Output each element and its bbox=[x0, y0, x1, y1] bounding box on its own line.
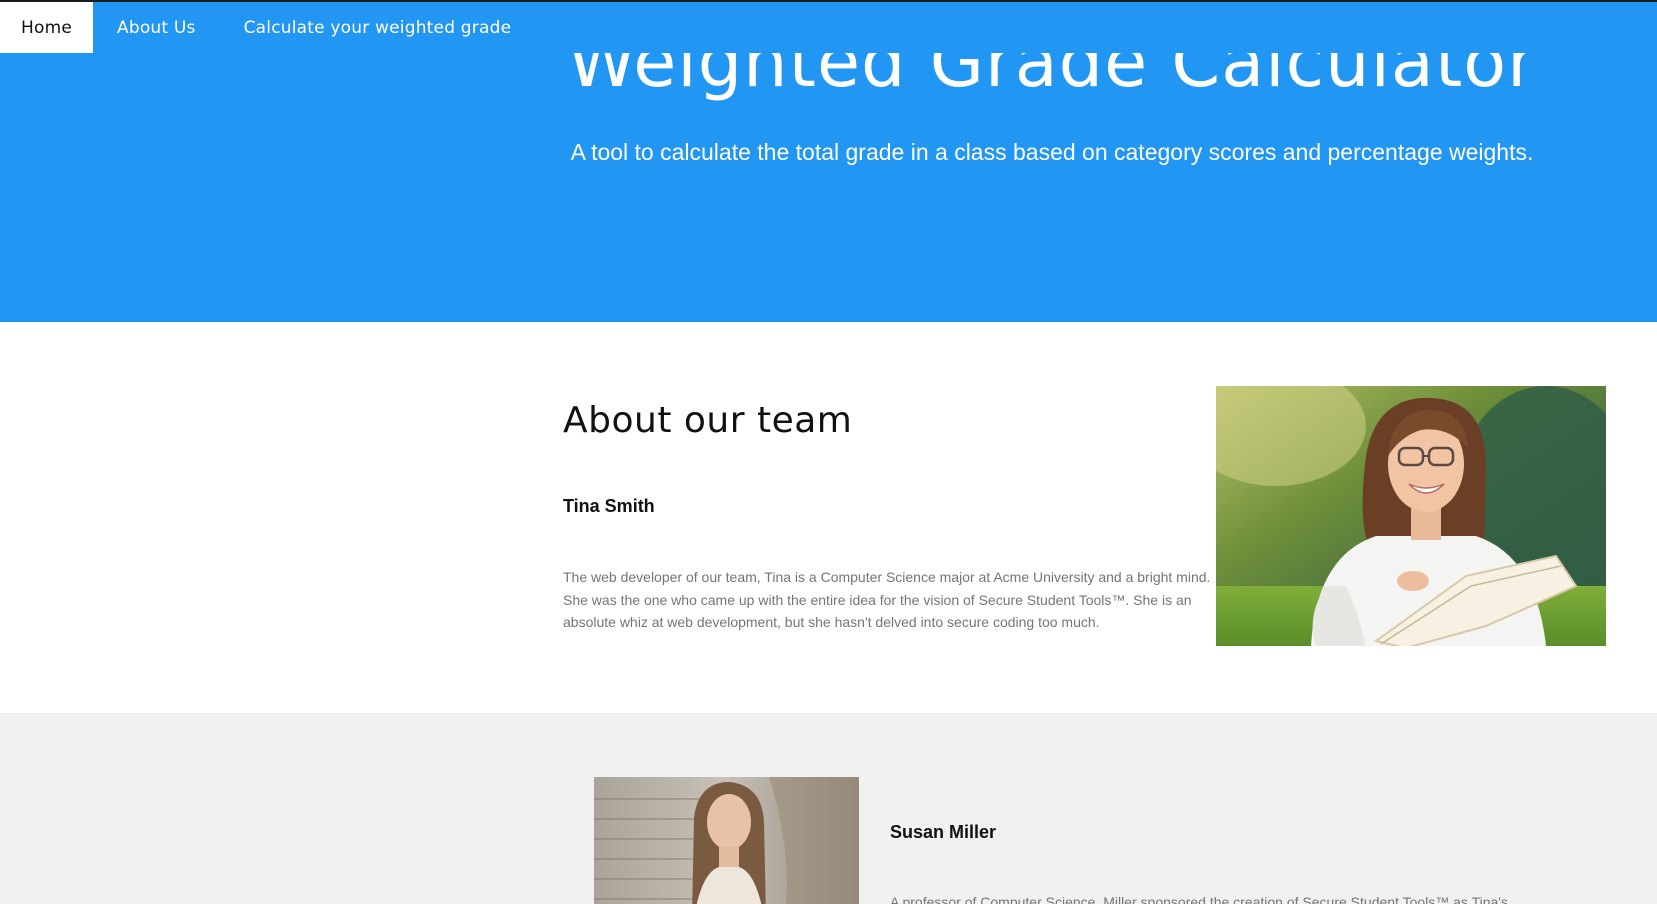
photo-illustration bbox=[594, 777, 859, 904]
photo-illustration bbox=[1216, 386, 1606, 646]
member-photo bbox=[1216, 386, 1606, 646]
member-photo bbox=[594, 777, 859, 904]
top-navbar: Home About Us Calculate your weighted gr… bbox=[0, 2, 1657, 53]
member-bio: A professor of Computer Science, Miller … bbox=[890, 894, 1508, 904]
member-name: Susan Miller bbox=[890, 822, 997, 842]
member-bio: The web developer of our team, Tina is a… bbox=[563, 569, 1211, 630]
nav-calculate-link[interactable]: Calculate your weighted grade bbox=[220, 2, 536, 53]
nav-about-us-link[interactable]: About Us bbox=[93, 2, 220, 53]
hero-subtitle: A tool to calculate the total grade in a… bbox=[570, 139, 1534, 165]
about-team-section: About our team Tina Smith The web develo… bbox=[0, 322, 1657, 713]
team-member-section: Susan Miller A professor of Computer Sci… bbox=[0, 713, 1657, 904]
section-heading: About our team bbox=[563, 400, 853, 441]
window-top-edge bbox=[0, 0, 1657, 2]
nav-home-link[interactable]: Home bbox=[0, 2, 94, 53]
member-name: Tina Smith bbox=[563, 496, 655, 516]
